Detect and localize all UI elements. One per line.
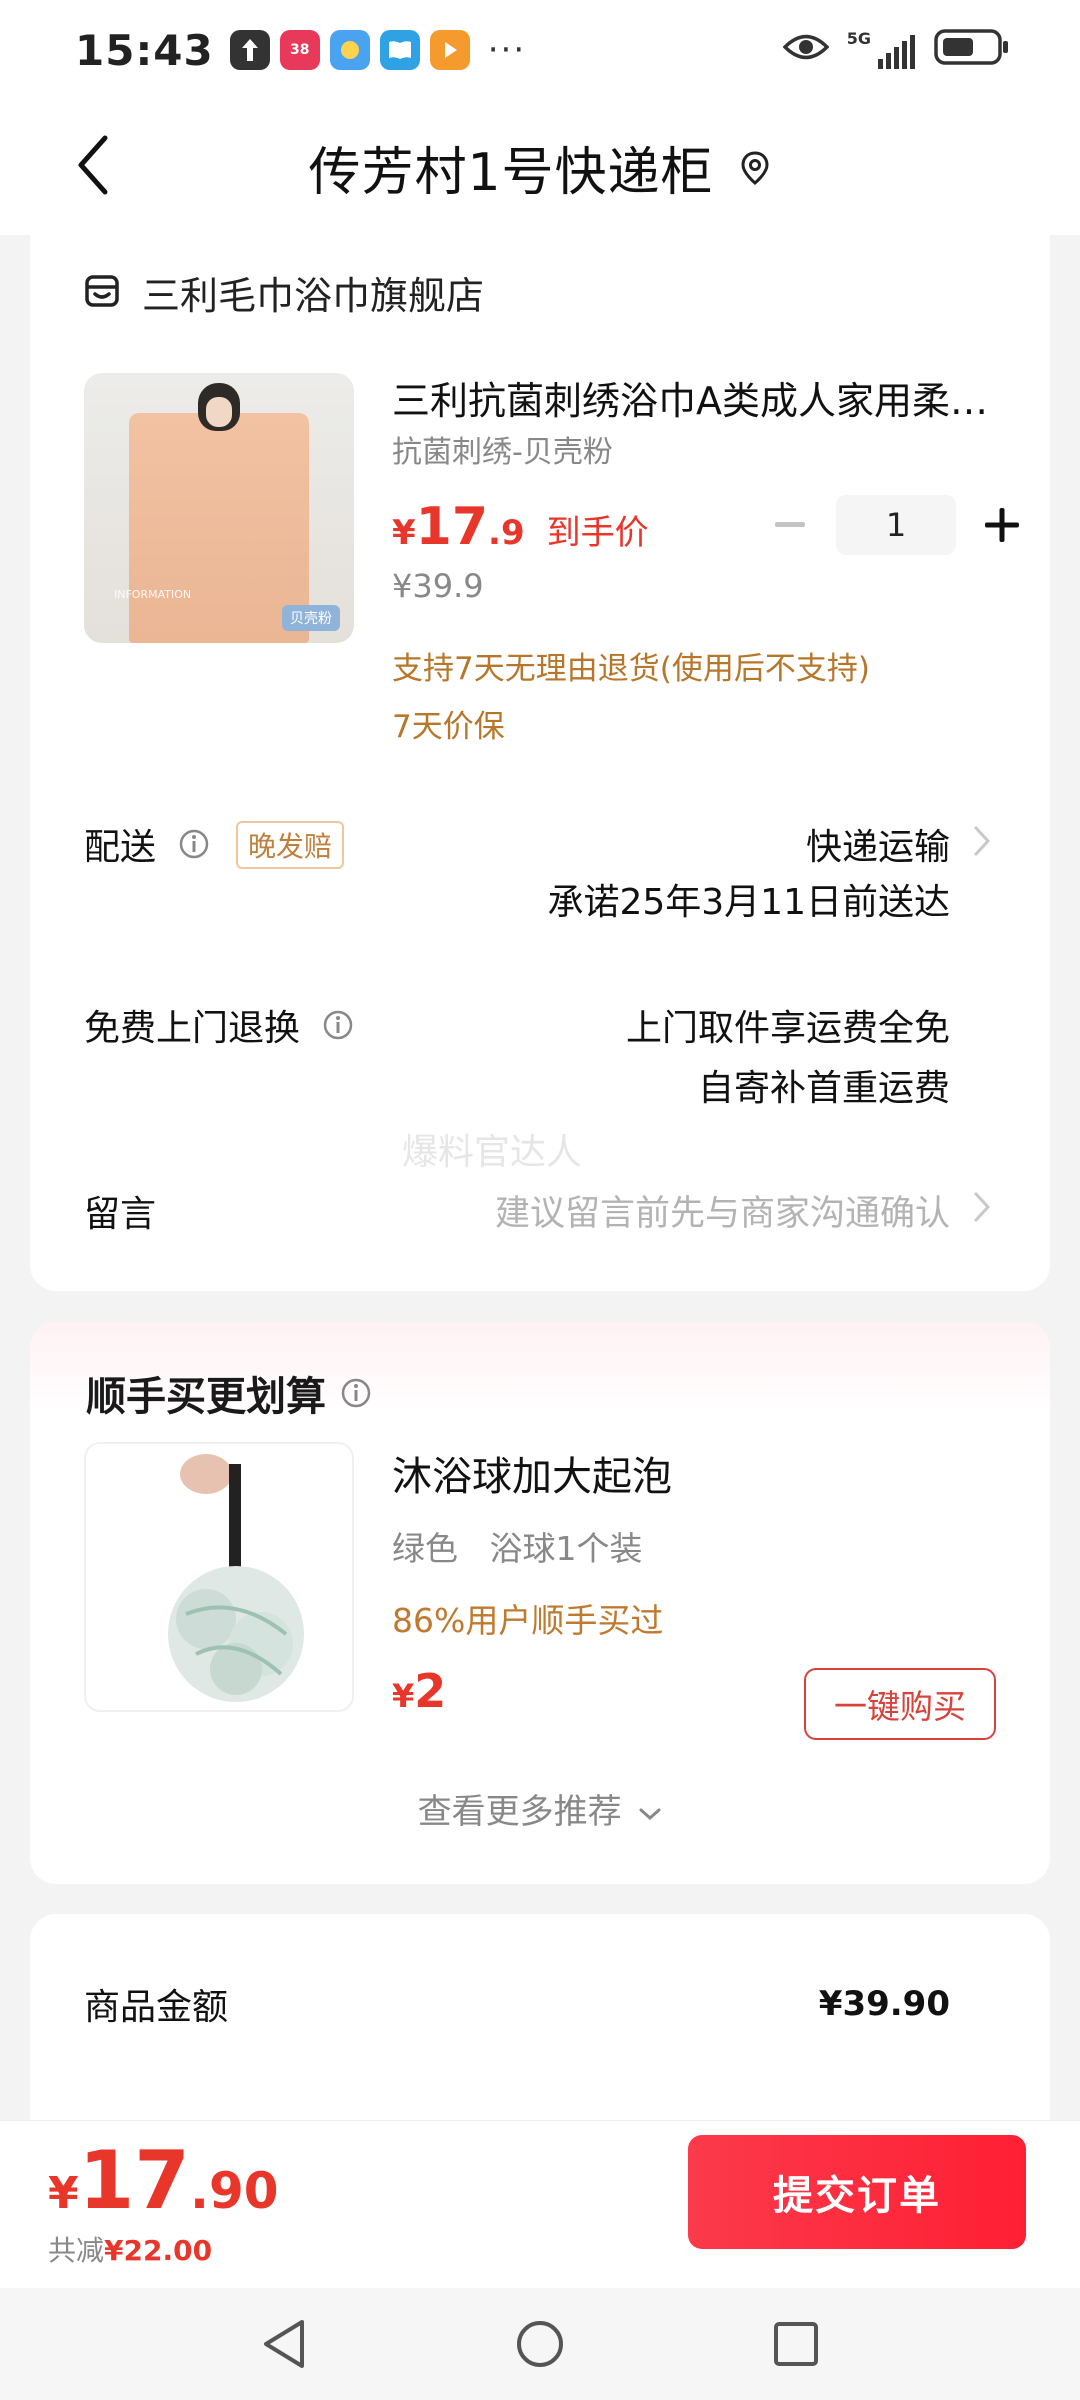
increase-quantity-button[interactable] (972, 495, 1032, 555)
delivery-row-label: 配送 (84, 818, 210, 870)
minus-icon (775, 522, 805, 527)
original-price: ¥39.9 (392, 567, 484, 605)
return-pickup-info: 上门取件享运费全免 (625, 1008, 950, 1049)
delivery-method[interactable]: 快递运输 (806, 818, 950, 870)
return-self-ship-info: 自寄补首重运费 (697, 1068, 950, 1109)
status-time: 15:43 (75, 25, 214, 75)
recommend-product-image[interactable] (84, 1442, 354, 1712)
store-icon (84, 274, 120, 312)
recommend-product-name[interactable]: 沐浴球加大起泡 (392, 1444, 672, 1502)
price-integer: 17 (415, 497, 489, 557)
message-label: 留言 (84, 1194, 157, 1235)
late-delivery-compensation-badge: 晚发赔 (236, 821, 345, 869)
model-face (206, 397, 232, 427)
delivery-promise: 承诺25年3月11日前送达 (547, 882, 950, 923)
quantity-value[interactable]: 1 (836, 495, 956, 555)
more-notifications: ··· (487, 30, 527, 70)
eye-icon (782, 32, 830, 66)
image-info-text: INFORMATION (114, 588, 192, 601)
submit-order-button[interactable]: 提交订单 (688, 2135, 1026, 2249)
chevron-down-icon (639, 1808, 661, 1820)
quantity-stepper: 1 (760, 495, 1032, 555)
price-currency: ¥ (392, 513, 416, 553)
discount-prefix: 共减 (48, 2234, 105, 2267)
signal-icon: 5G (847, 29, 916, 69)
upload-notification-icon (229, 30, 270, 70)
shop-row[interactable]: 三利毛巾浴巾旗舰店 (84, 265, 484, 320)
message-input[interactable]: 建议留言前先与商家沟通确认 (495, 1185, 950, 1236)
page-title[interactable]: 传芳村1号快递柜 (308, 130, 713, 205)
recommend-header: 顺手买更划算 (86, 1364, 372, 1422)
info-icon[interactable] (178, 828, 210, 860)
system-nav-bar (0, 2288, 1080, 2400)
watermark: 爆料官达人 (402, 1132, 583, 1173)
goods-amount-label: 商品金额 (84, 1987, 229, 2028)
chevron-left-icon (78, 135, 108, 195)
total-integer: 17 (78, 2134, 190, 2227)
deal-price: ¥ 17 .9 到手价 (392, 497, 649, 557)
checkout-bar: ¥ 17 .90 共减¥22.00 提交订单 (0, 2120, 1080, 2288)
chevron-right-icon[interactable] (972, 1190, 992, 1224)
recommend-title: 顺手买更划算 (86, 1374, 326, 1420)
book-app-icon (379, 30, 420, 70)
square-recents-icon (774, 2322, 818, 2366)
more-recommendations-label: 查看更多推荐 (417, 1792, 622, 1832)
nav-back-button[interactable] (256, 2316, 312, 2372)
total-decimal: .90 (189, 2162, 279, 2220)
info-icon[interactable] (340, 1377, 372, 1409)
status-right: 5G (782, 28, 1010, 70)
recommend-card: 顺手买更划算 沐浴球加大起泡 绿色 浴球1个装 86%用户顺手买过 ¥ 2 一键… (30, 1322, 1050, 1884)
recommend-product-price: ¥ 2 (392, 1664, 446, 1718)
returns-row-label: 免费上门退换 (84, 999, 354, 1051)
recommend-price-currency: ¥ (392, 1677, 415, 1715)
weather-app-icon (329, 30, 370, 70)
plus-icon (985, 508, 1019, 542)
nav-recents-button[interactable] (768, 2316, 824, 2372)
image-color-tag: 贝壳粉 (282, 605, 340, 631)
38-festival-app-icon: 38 (279, 30, 320, 70)
back-button[interactable] (58, 130, 128, 200)
price-protection-perk: 7天价保 (392, 709, 505, 745)
total-currency: ¥ (48, 2168, 79, 2219)
goods-amount-value: ¥39.90 (818, 1984, 950, 2024)
discount-amount: ¥22.00 (104, 2234, 213, 2267)
circle-home-icon (517, 2321, 563, 2367)
one-click-buy-button[interactable]: 一键购买 (804, 1668, 996, 1740)
product-title[interactable]: 三利抗菌刺绣浴巾A类成人家用柔… (392, 370, 992, 425)
info-icon[interactable] (322, 1009, 354, 1041)
location-pin-icon[interactable] (738, 150, 772, 185)
product-image[interactable]: INFORMATION 贝壳粉 (84, 373, 354, 643)
recommend-product-variant: 绿色 浴球1个装 (392, 1529, 643, 1568)
price-decimal: .9 (488, 513, 525, 553)
battery-icon (934, 28, 1010, 70)
notification-icons: 38 ··· (229, 30, 527, 70)
bath-sponge-image (168, 1454, 304, 1702)
decrease-quantity-button[interactable] (760, 495, 820, 555)
triangle-back-icon (264, 2320, 304, 2368)
chevron-right-icon[interactable] (972, 824, 992, 858)
page-header: 传芳村1号快递柜 (0, 100, 1080, 235)
product-variant[interactable]: 抗菌刺绣-贝壳粉 (392, 427, 613, 471)
more-recommendations-button[interactable]: 查看更多推荐 (30, 1784, 1050, 1833)
recommend-product-stat: 86%用户顺手买过 (392, 1601, 664, 1640)
status-bar: 15:43 38 ··· 5G (0, 0, 1080, 100)
order-card: 三利毛巾浴巾旗舰店 INFORMATION 贝壳粉 三利抗菌刺绣浴巾A类成人家用… (30, 235, 1050, 1291)
video-app-icon (429, 30, 470, 70)
discount-summary[interactable]: 共减¥22.00 (48, 2229, 212, 2269)
network-type: 5G (846, 29, 871, 48)
nav-home-button[interactable] (512, 2316, 568, 2372)
shop-name: 三利毛巾浴巾旗舰店 (142, 274, 485, 318)
price-label: 到手价 (546, 513, 649, 553)
returns-label: 免费上门退换 (84, 1008, 301, 1049)
delivery-label: 配送 (84, 827, 157, 868)
recommend-price-value: 2 (414, 1664, 447, 1718)
total-price: ¥ 17 .90 (48, 2141, 279, 2221)
return-policy-perk: 支持7天无理由退货(使用后不支持) (392, 651, 870, 687)
